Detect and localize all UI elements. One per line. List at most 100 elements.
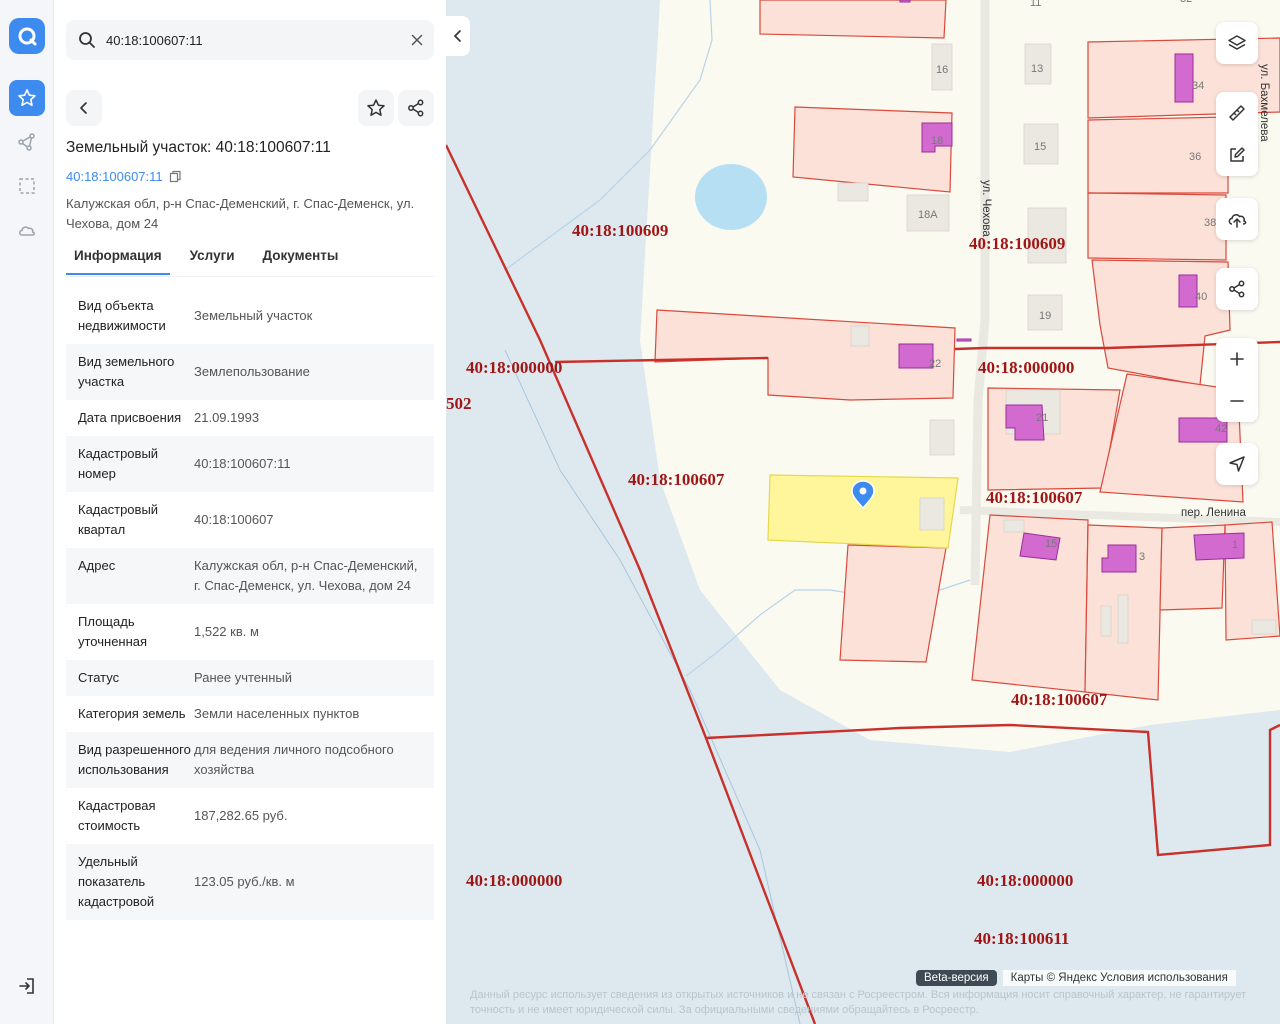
quarter-label: 40:18:100607 (986, 488, 1083, 507)
row-label: Вид объекта недвижимости (78, 298, 166, 333)
search-input[interactable] (102, 32, 400, 48)
house-number: 32 (1180, 0, 1192, 5)
house-number: 34 (1192, 80, 1204, 92)
house-number: 22 (929, 358, 941, 370)
tab-services[interactable]: Услуги (182, 244, 243, 275)
quarter-label: 40:18:100609 (572, 221, 668, 240)
tab-information[interactable]: Информация (66, 244, 170, 275)
favorites-button[interactable] (9, 80, 45, 116)
edit-button[interactable] (1216, 134, 1258, 176)
row-label: Адрес (78, 558, 116, 573)
row-value: 1,522 кв. м (194, 624, 259, 639)
attribution-text[interactable]: Карты © Яндекс Условия использования (1002, 970, 1236, 986)
ruler-icon (1229, 105, 1245, 121)
upload-button[interactable] (1216, 198, 1258, 240)
row-label: Категория земель (78, 706, 186, 721)
favorite-button[interactable] (358, 90, 394, 126)
street-label-lenina: пер. Ленина (1181, 507, 1246, 519)
row-label: Площадь уточненная (78, 614, 148, 649)
house-number: 42 (1215, 423, 1227, 435)
copy-icon[interactable] (169, 170, 182, 183)
parcel[interactable] (759, 0, 947, 39)
quarter-label: 502 (446, 394, 472, 413)
house-number: 1 (1232, 539, 1238, 551)
table-row: Адрес Калужская обл, р-н Спас-Деменский, … (66, 548, 434, 604)
parcel[interactable] (1087, 116, 1229, 194)
table-row: Удельный показатель кадастровой 123.05 ру… (66, 844, 434, 920)
row-value: 187,282.65 руб. (194, 808, 288, 823)
zoom-out-button[interactable] (1216, 380, 1258, 422)
building (898, 343, 934, 369)
cloud-button[interactable] (9, 212, 45, 248)
house-number: 15 (1045, 538, 1057, 550)
house-number: 13 (1031, 63, 1043, 75)
quarter-label: 40:18:100607 (1011, 690, 1108, 709)
collapse-panel-button[interactable] (446, 16, 470, 56)
structure (1100, 605, 1112, 637)
star-outline-icon (367, 99, 385, 116)
share-button[interactable] (398, 90, 434, 126)
quarter-label: 40:18:000000 (977, 871, 1073, 890)
row-value: 21.09.1993 (194, 410, 260, 425)
layers-button[interactable] (1216, 22, 1258, 64)
house-number: 3 (1139, 551, 1145, 563)
clear-search-icon[interactable] (400, 34, 434, 46)
tab-divider (66, 276, 434, 277)
building (1174, 53, 1194, 103)
map-canvas[interactable]: 11 32 16 13 34 18 15 36 18А 38 40 19 22 … (446, 0, 1280, 1024)
row-label: Вид земельного участка (78, 354, 175, 389)
map-share-button[interactable] (1216, 268, 1258, 310)
table-row: Кадастровая стоимость 187,282.65 руб. (66, 788, 434, 844)
house-number: 21 (1036, 412, 1048, 424)
nodes-icon (18, 133, 35, 151)
app-logo[interactable] (9, 18, 45, 54)
edit-icon (1230, 147, 1245, 162)
street-label-chekhova: ул. Чехова (980, 180, 992, 237)
house-number: 18А (918, 209, 938, 221)
table-row: Кадастровый квартал 40:18:100607 (66, 492, 434, 548)
logout-button[interactable] (9, 968, 45, 1004)
graph-button[interactable] (9, 124, 45, 160)
house-number: 36 (1189, 151, 1201, 163)
house-number: 19 (1039, 310, 1051, 322)
structure (837, 182, 869, 202)
star-icon (18, 89, 36, 106)
row-value: Земельный участок (194, 308, 313, 323)
chevron-left-icon (80, 102, 87, 114)
search-icon (66, 31, 102, 49)
row-value: для ведения личного подсобного хозяйства (194, 742, 394, 777)
structure (1003, 519, 1025, 533)
row-label: Кадастровый квартал (78, 502, 159, 537)
cadastral-link[interactable]: 40:18:100607:11 (66, 169, 182, 184)
house-number: 16 (936, 64, 948, 76)
cloud-icon (19, 226, 35, 236)
back-button[interactable] (66, 90, 102, 126)
table-row: Категория земель Земли населенных пунктов (66, 696, 434, 732)
table-row: Вид разрешенного использования для ведени… (66, 732, 434, 788)
minus-icon (1230, 400, 1244, 402)
select-area-button[interactable] (9, 168, 45, 204)
cadastral-link-text[interactable]: 40:18:100607:11 (66, 169, 163, 184)
zoom-in-button[interactable] (1216, 338, 1258, 380)
locate-button[interactable] (1216, 443, 1258, 485)
quarter-label: 40:18:100607 (628, 470, 725, 489)
house-number: 15 (1034, 141, 1046, 153)
table-row: Площадь уточненная 1,522 кв. м (66, 604, 434, 660)
row-value: Ранее учтенный (194, 670, 292, 685)
structure (929, 419, 955, 456)
row-label: Дата присвоения (78, 410, 182, 425)
building (899, 0, 911, 3)
tab-documents[interactable]: Документы (255, 244, 347, 275)
ruler-button[interactable] (1216, 92, 1258, 134)
info-panel: Земельный участок: 40:18:100607:11 40:18… (54, 0, 446, 1024)
cloud-upload-icon (1228, 214, 1247, 228)
beta-badge: Beta-версия (916, 970, 997, 986)
map-view[interactable]: 11 32 16 13 34 18 15 36 18А 38 40 19 22 … (446, 0, 1280, 1024)
table-row: Кадастровый номер 40:18:100607:11 (66, 436, 434, 492)
logout-icon (19, 978, 34, 994)
logo-icon (18, 27, 37, 46)
quarter-label: 40:18:000000 (466, 358, 562, 377)
search-bar (66, 20, 434, 60)
street-label-top: ул. Бахмелева (1258, 64, 1270, 142)
house-number: 38 (1204, 217, 1216, 229)
